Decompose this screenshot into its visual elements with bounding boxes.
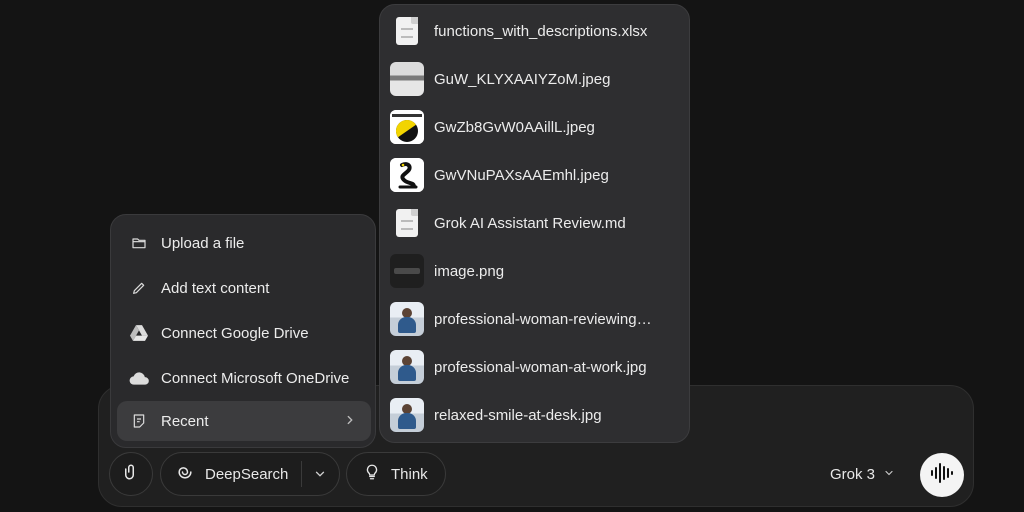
google-drive-icon: [129, 323, 149, 343]
recent-file-item[interactable]: professional-woman-at-work.jpg: [390, 347, 682, 387]
chevron-down-icon: [883, 466, 895, 483]
recent-file-item[interactable]: GwVNuPAXsAAEmhl.jpeg: [390, 155, 682, 195]
chevron-down-icon[interactable]: [313, 467, 327, 485]
lightbulb-icon: [363, 463, 381, 485]
deepsearch-button[interactable]: DeepSearch: [160, 452, 340, 496]
file-name: Grok AI Assistant Review.md: [434, 214, 626, 232]
pencil-icon: [129, 278, 149, 298]
upload-file-label: Upload a file: [161, 234, 245, 252]
file-name: image.png: [434, 262, 505, 280]
page: DeepSearch Think Grok 3 Upload a file Ad…: [0, 0, 1024, 512]
connect-onedrive-item[interactable]: Connect Microsoft OneDrive: [117, 358, 371, 398]
file-name: GwZb8GvW0AAillL.jpeg: [434, 118, 595, 136]
recent-files-menu: functions_with_descriptions.xlsx GuW_KLY…: [379, 4, 690, 443]
deepsearch-icon: [175, 462, 195, 486]
spreadsheet-file-icon: [390, 14, 424, 48]
model-selector[interactable]: Grok 3: [830, 462, 895, 486]
image-thumbnail: [390, 350, 424, 384]
deepsearch-label: DeepSearch: [205, 465, 289, 483]
file-name: professional-woman-at-work.jpg: [434, 358, 647, 376]
file-name: professional-woman-reviewing…: [434, 310, 652, 328]
connect-google-drive-label: Connect Google Drive: [161, 324, 309, 342]
recent-file-item[interactable]: image.png: [390, 251, 682, 291]
connect-onedrive-label: Connect Microsoft OneDrive: [161, 369, 350, 387]
attach-menu: Upload a file Add text content Connect G…: [110, 214, 376, 448]
recent-label: Recent: [161, 412, 209, 430]
waveform-icon: [930, 462, 954, 489]
file-name: GwVNuPAXsAAEmhl.jpeg: [434, 166, 609, 184]
document-file-icon: [390, 206, 424, 240]
folder-icon: [129, 233, 149, 253]
upload-file-item[interactable]: Upload a file: [117, 223, 371, 263]
image-thumbnail: [390, 254, 424, 288]
recent-file-item[interactable]: GuW_KLYXAAIYZoM.jpeg: [390, 59, 682, 99]
think-button[interactable]: Think: [346, 452, 446, 496]
file-name: GuW_KLYXAAIYZoM.jpeg: [434, 70, 611, 88]
file-name: functions_with_descriptions.xlsx: [434, 22, 648, 40]
connect-google-drive-item[interactable]: Connect Google Drive: [117, 313, 371, 353]
add-text-content-item[interactable]: Add text content: [117, 268, 371, 308]
image-thumbnail: [390, 158, 424, 192]
recent-file-item[interactable]: relaxed-smile-at-desk.jpg: [390, 395, 682, 435]
recent-item[interactable]: Recent: [117, 401, 371, 441]
think-label: Think: [391, 465, 428, 483]
image-thumbnail: [390, 62, 424, 96]
paperclip-icon: [122, 463, 140, 485]
recent-file-item[interactable]: professional-woman-reviewing…: [390, 299, 682, 339]
chevron-right-icon: [343, 413, 357, 431]
file-name: relaxed-smile-at-desk.jpg: [434, 406, 602, 424]
recent-file-item[interactable]: GwZb8GvW0AAillL.jpeg: [390, 107, 682, 147]
model-label: Grok 3: [830, 465, 876, 483]
recent-file-item[interactable]: functions_with_descriptions.xlsx: [390, 11, 682, 51]
add-text-content-label: Add text content: [161, 279, 270, 297]
voice-mode-button[interactable]: [920, 453, 964, 497]
image-thumbnail: [390, 302, 424, 336]
divider: [301, 461, 302, 487]
recent-file-item[interactable]: Grok AI Assistant Review.md: [390, 203, 682, 243]
image-thumbnail: [390, 398, 424, 432]
onedrive-icon: [129, 368, 149, 388]
recent-icon: [129, 411, 149, 431]
attach-button[interactable]: [109, 452, 153, 496]
image-thumbnail: [390, 110, 424, 144]
